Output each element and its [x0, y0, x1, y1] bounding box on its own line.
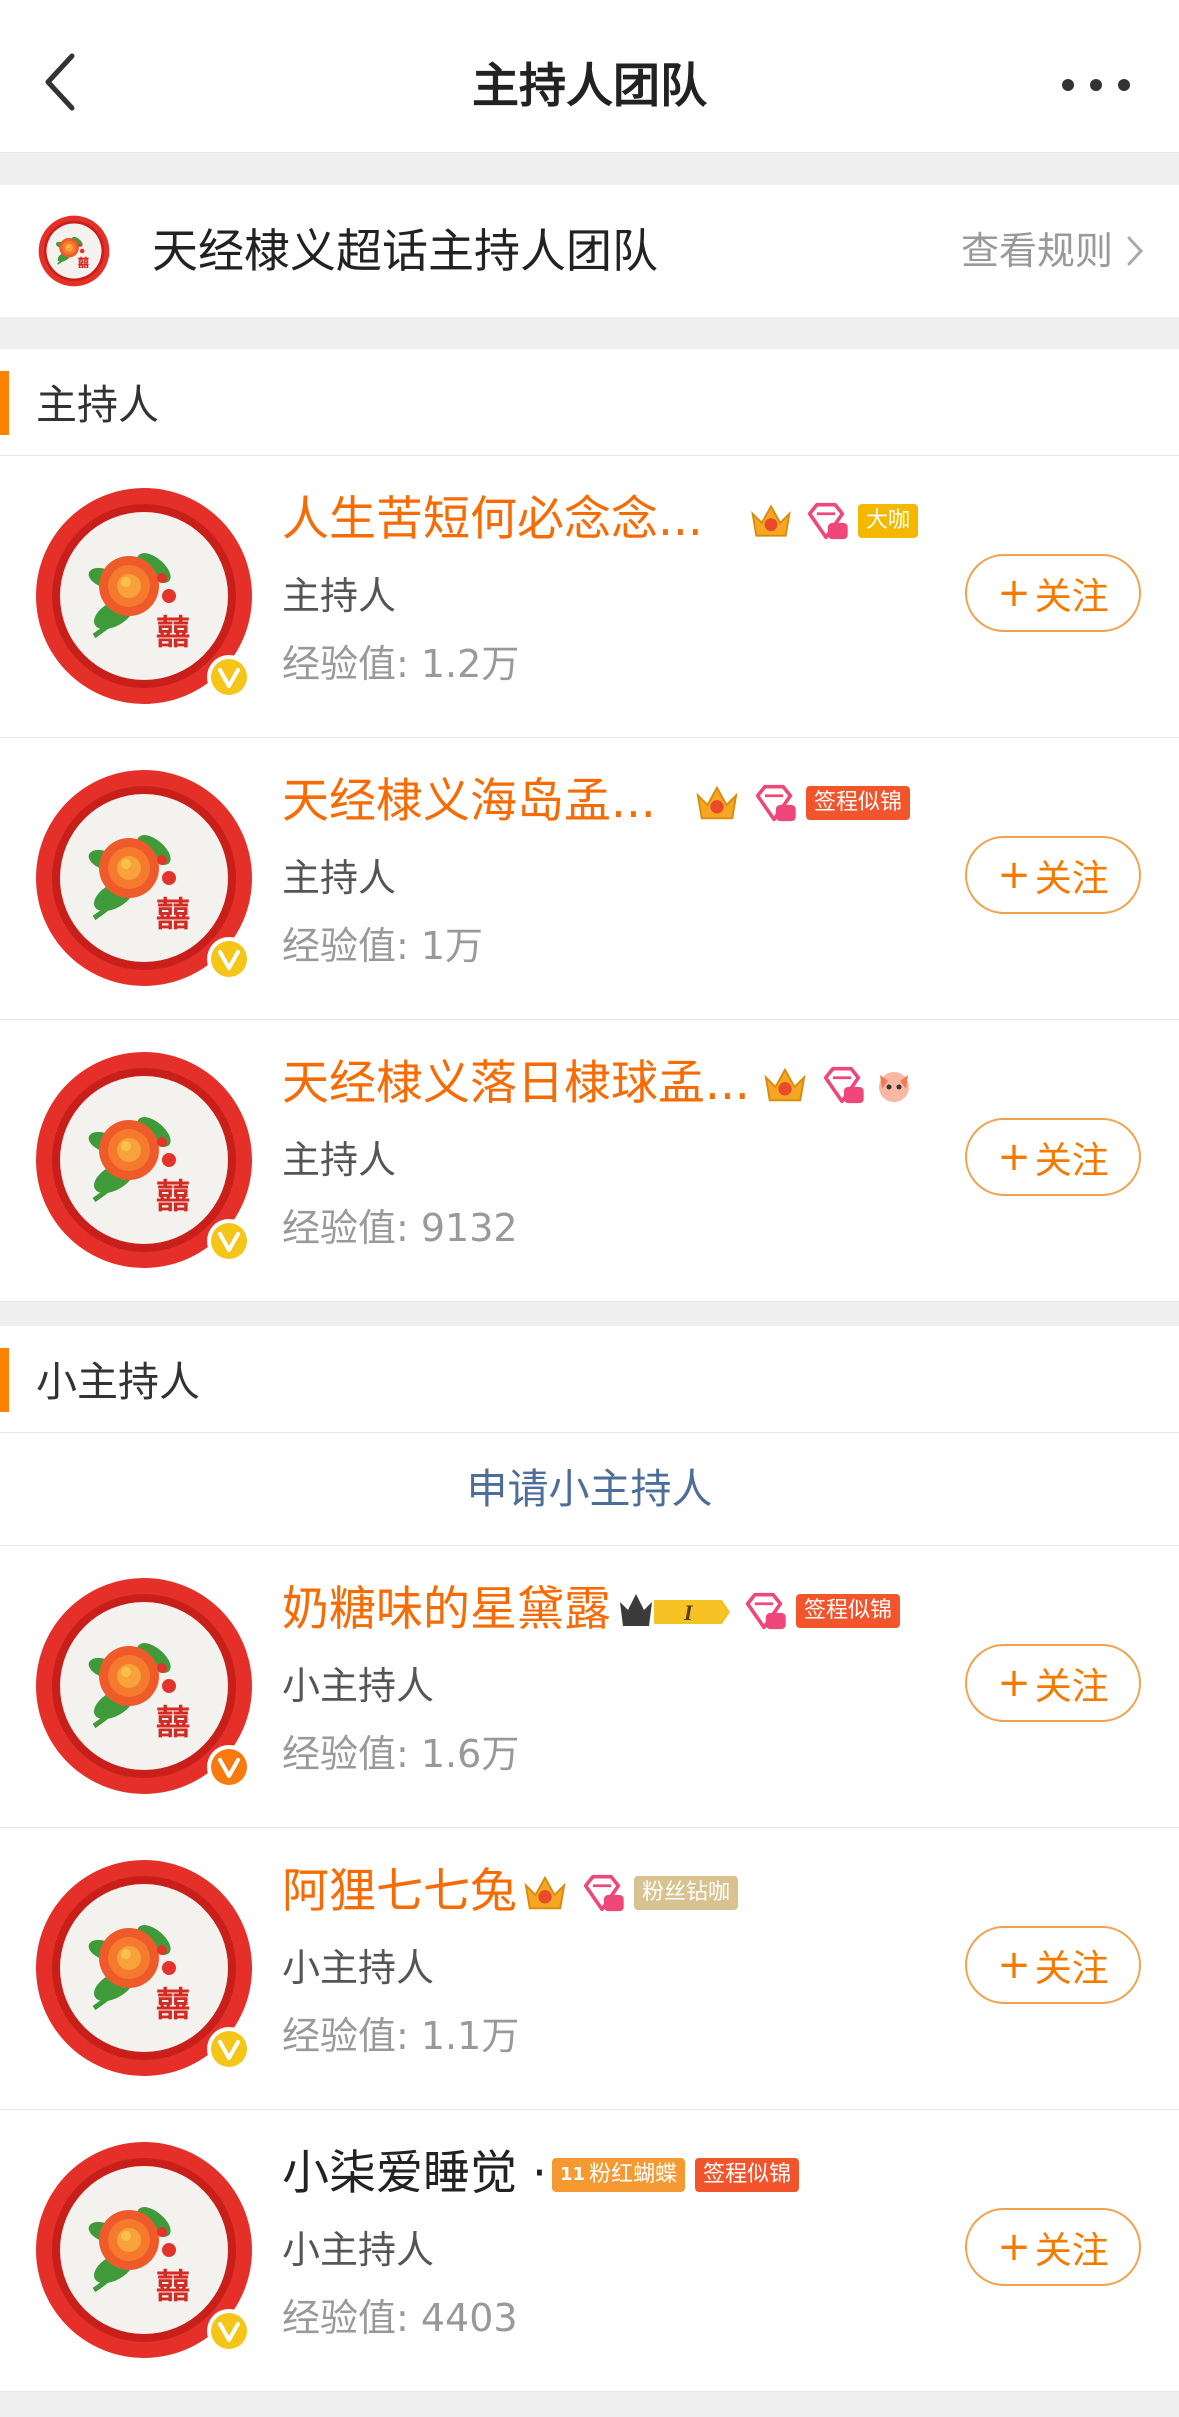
team-name: 天经棣义超话主持人团队 — [152, 224, 658, 278]
chevron-right-icon — [1127, 236, 1144, 266]
avatar[interactable] — [34, 486, 254, 706]
crown-level-icon: I — [620, 1594, 730, 1626]
follow-label: 关注 — [1034, 575, 1109, 618]
butterfly-badge: 11 粉红蝴蝶 — [552, 2158, 686, 2192]
avatar[interactable] — [34, 1576, 254, 1796]
hosts-section: 主持人 人生苦短何必念念... 大咖 主持人 经验值: 1.2万 + 关注 天经棣… — [0, 349, 1179, 1302]
crown-icon — [748, 500, 794, 542]
gem-icon — [804, 501, 848, 541]
experience-value: 经验值: 1.2万 — [282, 642, 520, 686]
badge-group: 粉丝钻咖 — [520, 1868, 739, 1918]
gem-icon — [580, 1873, 624, 1913]
butterfly-level: 11 — [560, 2164, 586, 2185]
experience-value: 经验值: 4403 — [282, 2296, 518, 2340]
host-row[interactable]: 奶糖味的星黛露 I 签程似锦 小主持人 经验值: 1.6万 + 关注 — [0, 1546, 1179, 1828]
section-accent-bar — [0, 1348, 9, 1412]
user-name[interactable]: 阿狸七七兔 — [282, 1860, 517, 1924]
navigation-bar: 主持人团队 — [0, 0, 1179, 153]
badge-group: I 签程似锦 — [618, 1586, 901, 1636]
more-dots-icon — [1062, 79, 1130, 91]
status-badge: 签程似锦 — [806, 786, 911, 820]
status-badge: 签程似锦 — [695, 2158, 800, 2192]
status-badge: 粉丝钻咖 — [634, 1876, 739, 1910]
avatar[interactable] — [34, 1858, 254, 2078]
follow-label: 关注 — [1034, 1665, 1109, 1708]
follow-button[interactable]: + 关注 — [965, 2208, 1141, 2286]
verified-icon — [206, 654, 252, 700]
user-name[interactable]: 小柒爱睡觉 · — [282, 2142, 547, 2206]
plus-icon: + — [997, 1134, 1031, 1180]
badge-group: 11 粉红蝴蝶 签程似锦 — [552, 2150, 800, 2200]
apply-small-host-button[interactable]: 申请小主持人 — [0, 1433, 1179, 1546]
gem-icon — [742, 1591, 786, 1631]
section-header-small-hosts: 小主持人 — [0, 1326, 1179, 1433]
fox-mascot-icon — [879, 1072, 909, 1102]
follow-label: 关注 — [1034, 1139, 1109, 1182]
verified-icon — [206, 2026, 252, 2072]
badge-group: 签程似锦 — [692, 778, 911, 828]
avatar[interactable] — [34, 1050, 254, 1270]
experience-value: 经验值: 1.1万 — [282, 2014, 520, 2058]
badge-group: 大咖 — [748, 496, 919, 546]
user-role: 小主持人 — [282, 1664, 435, 1708]
plus-icon: + — [997, 1942, 1031, 1988]
plus-icon: + — [997, 570, 1031, 616]
gem-icon — [820, 1065, 864, 1105]
page-title: 主持人团队 — [472, 59, 707, 114]
crown-icon — [520, 1872, 570, 1914]
plus-icon: + — [997, 1660, 1031, 1706]
gem-icon — [752, 783, 796, 823]
verified-icon — [206, 936, 252, 982]
host-row[interactable]: 阿狸七七兔 粉丝钻咖 小主持人 经验值: 1.1万 + 关注 — [0, 1828, 1179, 2110]
follow-label: 关注 — [1034, 857, 1109, 900]
user-role: 小主持人 — [282, 1946, 435, 1990]
plus-icon: + — [997, 852, 1031, 898]
experience-value: 经验值: 1.6万 — [282, 1732, 520, 1776]
section-accent-bar — [0, 371, 9, 435]
small-hosts-section: 小主持人 申请小主持人 奶糖味的星黛露 I 签程似锦 小主持人 经验值: 1.6… — [0, 1326, 1179, 2392]
status-badge: 大咖 — [858, 504, 919, 538]
follow-button[interactable]: + 关注 — [965, 1926, 1141, 2004]
follow-button[interactable]: + 关注 — [965, 1644, 1141, 1722]
user-name[interactable]: 天经棣义落日棣球孟... — [282, 1052, 750, 1116]
host-row[interactable]: 天经棣义海岛孟... 签程似锦 主持人 经验值: 1万 + 关注 — [0, 738, 1179, 1020]
user-name[interactable]: 人生苦短何必念念... — [282, 488, 703, 552]
host-row[interactable]: 天经棣义落日棣球孟... 主持人 经验值: 9132 + 关注 — [0, 1020, 1179, 1302]
crown-icon — [760, 1064, 810, 1106]
crown-icon — [692, 782, 742, 824]
follow-label: 关注 — [1034, 2229, 1109, 2272]
user-role: 主持人 — [282, 574, 397, 618]
host-row[interactable]: 人生苦短何必念念... 大咖 主持人 经验值: 1.2万 + 关注 — [0, 456, 1179, 738]
plus-icon: + — [997, 2224, 1031, 2270]
more-button[interactable] — [1051, 60, 1141, 110]
follow-button[interactable]: + 关注 — [965, 1118, 1141, 1196]
verified-icon — [206, 2308, 252, 2354]
user-name[interactable]: 天经棣义海岛孟... — [282, 770, 656, 834]
verified-icon — [206, 1218, 252, 1264]
level-label: I — [683, 1600, 694, 1625]
status-badge: 签程似锦 — [796, 1594, 901, 1628]
butterfly-label: 粉红蝴蝶 — [589, 2162, 678, 2187]
follow-button[interactable]: + 关注 — [965, 554, 1141, 632]
verified-icon — [206, 1744, 252, 1790]
experience-value: 经验值: 1万 — [282, 924, 484, 968]
user-role: 主持人 — [282, 1138, 397, 1182]
experience-value: 经验值: 9132 — [282, 1206, 518, 1250]
section-header-hosts: 主持人 — [0, 349, 1179, 456]
follow-button[interactable]: + 关注 — [965, 836, 1141, 914]
avatar[interactable] — [34, 768, 254, 988]
user-role: 小主持人 — [282, 2228, 435, 2272]
team-logo-icon — [38, 215, 110, 287]
host-row[interactable]: 小柒爱睡觉 · 11 粉红蝴蝶 签程似锦 小主持人 经验值: 4403 + 关注 — [0, 2110, 1179, 2392]
follow-label: 关注 — [1034, 1947, 1109, 1990]
avatar[interactable] — [34, 2140, 254, 2360]
badge-group — [760, 1060, 914, 1110]
user-role: 主持人 — [282, 856, 397, 900]
team-header: 天经棣义超话主持人团队 查看规则 — [0, 185, 1179, 317]
section-title: 主持人 — [36, 381, 159, 429]
user-name[interactable]: 奶糖味的星黛露 — [282, 1578, 611, 1642]
view-rules-label: 查看规则 — [960, 229, 1113, 273]
view-rules-link[interactable]: 查看规则 — [961, 225, 1145, 277]
section-title: 小主持人 — [36, 1358, 200, 1406]
